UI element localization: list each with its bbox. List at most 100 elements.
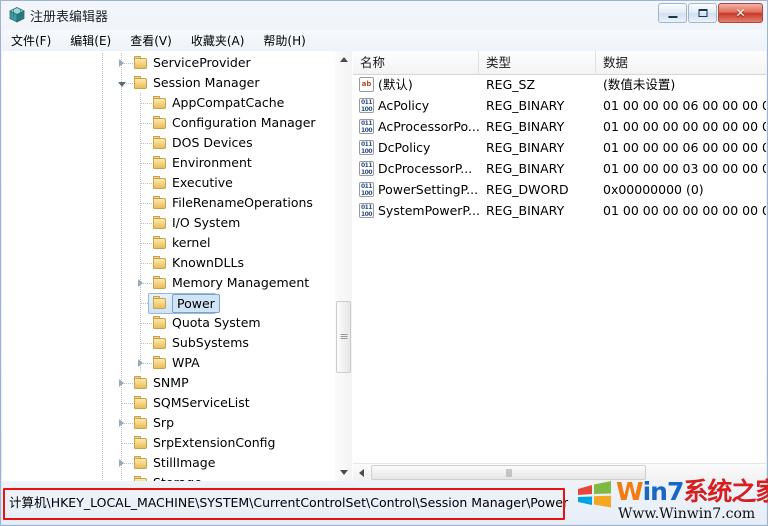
tree-item-label: Configuration Manager — [172, 115, 316, 130]
tree-guide-line — [102, 453, 103, 473]
tree-guide-line — [102, 233, 103, 253]
tree-item-label: I/O System — [172, 215, 241, 230]
tree-item-label: Memory Management — [172, 275, 310, 290]
value-type: REG_BINARY — [486, 140, 565, 155]
tree-collapse-icon[interactable] — [116, 73, 127, 93]
tree-guide-line — [121, 333, 122, 353]
tree-item-label: Session Manager — [153, 75, 260, 90]
menu-file[interactable]: 文件(F) — [11, 30, 60, 51]
menu-help[interactable]: 帮助(H) — [263, 30, 314, 51]
tree-item-srpextensionconfig[interactable]: SrpExtensionConfig — [2, 433, 335, 453]
tree-expand-icon[interactable] — [116, 413, 127, 433]
value-type: REG_BINARY — [486, 203, 565, 218]
watermark-part2: in — [642, 477, 668, 506]
tree-item-subsystems[interactable]: SubSystems — [2, 333, 335, 353]
folder-icon — [152, 96, 168, 110]
minimize-button[interactable] — [658, 3, 687, 23]
window-frame: 注册表编辑器 ✕ 文件(F) 编辑(E) 查看(V) 收藏夹(A) 帮助(H) Ser — [0, 0, 768, 526]
value-name: AcPolicy — [378, 98, 430, 113]
menu-favorites[interactable]: 收藏夹(A) — [191, 30, 254, 51]
folder-icon — [133, 56, 149, 70]
value-data: 01 00 00 00 00 00 00 00 00 — [603, 119, 766, 134]
registry-editor-icon — [9, 7, 25, 23]
list-scroll-left-button[interactable] — [353, 464, 370, 481]
tree-item-wpa[interactable]: WPA — [2, 353, 335, 373]
registry-tree-pane[interactable]: ServiceProvider Session Manager AppCompatC… — [2, 51, 353, 481]
tree-expand-icon[interactable] — [116, 453, 127, 473]
value-row[interactable]: 011 100 DcProcessorP... REG_BINARY 01 00 00 … — [353, 158, 766, 179]
value-type: REG_BINARY — [486, 98, 565, 113]
tree-item-appcompatcache[interactable]: AppCompatCache — [2, 93, 335, 113]
binary-value-icon: 011 100 — [359, 140, 374, 155]
tree-item-i-o-system[interactable]: I/O System — [2, 213, 335, 233]
menu-edit[interactable]: 编辑(E) — [70, 30, 120, 51]
list-scroll-thumb[interactable] — [371, 465, 646, 480]
value-name: AcProcessorPo... — [378, 119, 479, 134]
tree-item-snmp[interactable]: SNMP — [2, 373, 335, 393]
value-name: SystemPowerP... — [378, 203, 479, 218]
tree-item-quota-system[interactable]: Quota System — [2, 313, 335, 333]
tree-item-label: ServiceProvider — [153, 55, 251, 70]
tree-guide-line — [121, 213, 122, 233]
tree-guide-connector — [141, 243, 152, 244]
tree-vertical-scrollbar[interactable] — [335, 51, 352, 481]
tree-item-filerenameoperations[interactable]: FileRenameOperations — [2, 193, 335, 213]
folder-icon — [133, 376, 149, 390]
list-column-headers: 名称 类型 数据 — [353, 51, 766, 75]
close-button[interactable]: ✕ — [718, 3, 763, 23]
value-row[interactable]: 011 100 AcProcessorPo... REG_BINARY 01 00 00… — [353, 116, 766, 137]
tree-guide-line — [121, 313, 122, 333]
tree-item-environment[interactable]: Environment — [2, 153, 335, 173]
tree-item-power[interactable]: Power — [2, 293, 335, 314]
tree-guide-connector — [141, 263, 152, 264]
string-value-icon: ab — [359, 77, 374, 92]
tree-item-serviceprovider[interactable]: ServiceProvider — [2, 53, 335, 73]
column-data[interactable]: 数据 — [596, 51, 766, 74]
tree-item-sqmservicelist[interactable]: SQMServiceList — [2, 393, 335, 413]
tree-item-stillimage[interactable]: StillImage — [2, 453, 335, 473]
value-type: REG_BINARY — [486, 161, 565, 176]
tree-item-srp[interactable]: Srp — [2, 413, 335, 433]
tree-scroll-thumb[interactable] — [336, 301, 351, 373]
tree-item-kernel[interactable]: kernel — [2, 233, 335, 253]
maximize-icon — [698, 9, 707, 17]
tree-item-storage[interactable]: Storage — [2, 473, 335, 481]
tree-expand-icon[interactable] — [116, 373, 127, 393]
site-watermark: Win7系统之家 Www.Winwin7.com — [574, 478, 768, 523]
tree-item-executive[interactable]: Executive — [2, 173, 335, 193]
tree-item-knowndlls[interactable]: KnownDLLs — [2, 253, 335, 273]
tree-guide-line — [102, 373, 103, 393]
tree-scroll-down-button[interactable] — [335, 464, 352, 481]
value-row[interactable]: ab (默认) REG_SZ (数值未设置) — [353, 74, 766, 95]
folder-icon — [152, 296, 168, 310]
tree-item-memory-management[interactable]: Memory Management — [2, 273, 335, 293]
maximize-button[interactable] — [688, 3, 717, 23]
value-row[interactable]: 011 100 SystemPowerP... REG_BINARY 01 00 00 … — [353, 200, 766, 221]
value-row[interactable]: 011 100 PowerSettingP... REG_DWORD 0x0000000… — [353, 179, 766, 200]
tree-guide-line — [121, 173, 122, 193]
tree-guide-line — [121, 353, 122, 373]
tree-guide-connector — [141, 103, 152, 104]
tree-expand-icon[interactable] — [135, 273, 146, 293]
folder-icon — [133, 436, 149, 450]
tree-item-session-manager[interactable]: Session Manager — [2, 73, 335, 93]
value-data: 01 00 00 00 03 00 00 00 00 — [603, 161, 766, 176]
column-name[interactable]: 名称 — [353, 51, 479, 74]
watermark-title: Win7系统之家 — [616, 478, 768, 506]
registry-editor-window: 注册表编辑器 ✕ 文件(F) 编辑(E) 查看(V) 收藏夹(A) 帮助(H) Ser — [0, 0, 768, 526]
tree-item-dos-devices[interactable]: DOS Devices — [2, 133, 335, 153]
folder-icon — [152, 356, 168, 370]
registry-values-pane[interactable]: 名称 类型 数据 ab (默认) REG_SZ (数值未设置) 011 100 AcPolicy… — [353, 51, 766, 481]
menu-view[interactable]: 查看(V) — [130, 30, 181, 51]
tree-item-configuration-manager[interactable]: Configuration Manager — [2, 113, 335, 133]
value-type: REG_DWORD — [486, 182, 569, 197]
folder-icon — [133, 416, 149, 430]
tree-guide-line — [102, 133, 103, 153]
value-row[interactable]: 011 100 DcPolicy REG_BINARY 01 00 00 00 06 0… — [353, 137, 766, 158]
tree-expand-icon[interactable] — [116, 53, 127, 73]
value-row[interactable]: 011 100 AcPolicy REG_BINARY 01 00 00 00 06 0… — [353, 95, 766, 116]
tree-scroll-up-button[interactable] — [335, 51, 352, 68]
title-bar[interactable]: 注册表编辑器 ✕ — [1, 1, 767, 30]
tree-expand-icon[interactable] — [135, 353, 146, 373]
column-type[interactable]: 类型 — [479, 51, 596, 74]
